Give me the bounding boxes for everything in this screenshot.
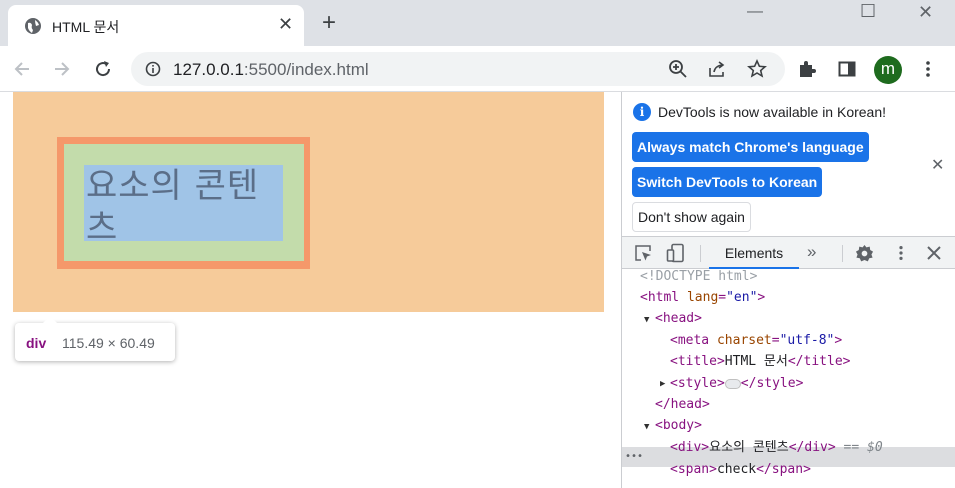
back-icon[interactable] [13,60,31,78]
inspect-element-icon[interactable] [634,244,652,262]
menu-kebab-icon[interactable] [918,59,938,79]
dom-meta-node[interactable]: <meta charset="utf-8"> [670,330,842,351]
reload-icon[interactable] [94,60,112,78]
url-path: :5500/index.html [243,60,369,79]
expand-triangle-icon[interactable]: ▶ [660,379,665,389]
row-actions-icon[interactable]: ••• [625,447,643,467]
devtools-close-icon[interactable] [926,245,942,261]
browser-tab[interactable]: HTML 문서 ✕ [8,5,304,46]
zoom-icon[interactable] [668,59,688,79]
tab-title: HTML 문서 [52,19,120,35]
info-icon[interactable] [145,61,161,77]
infobar-message: DevTools is now available in Korean! [658,104,887,120]
window-close-icon[interactable]: ✕ [918,2,933,23]
more-tabs-icon[interactable]: » [807,242,816,262]
dom-div-node[interactable]: <div>요소의 콘텐츠</div> == $0 [670,437,883,458]
globe-icon [25,18,41,34]
tab-elements[interactable]: Elements [709,237,799,269]
maximize-icon[interactable]: ☐ [860,1,876,22]
side-panel-icon[interactable] [837,59,857,79]
match-language-button[interactable]: Always match Chrome's language [632,132,869,162]
dom-doctype[interactable]: <!DOCTYPE html> [640,266,757,287]
dont-show-again-button[interactable]: Don't show again [632,202,751,232]
dom-title-node[interactable]: <title>HTML 문서</title> [670,351,850,372]
devtools-panel: i DevTools is now available in Korean! A… [621,92,955,488]
dom-head-close[interactable]: </head> [655,394,710,415]
collapse-triangle-icon[interactable]: ▼ [644,315,649,325]
forward-icon[interactable] [53,60,71,78]
devtools-menu-icon[interactable] [892,244,910,262]
language-infobar: i DevTools is now available in Korean! A… [622,92,955,236]
dom-body-node[interactable]: <body> [655,415,702,436]
url-text: 127.0.0.1:5500/index.html [173,60,369,80]
bookmark-star-icon[interactable] [747,59,767,79]
tooltip-size: 115.49 × 60.49 [62,335,155,351]
collapse-triangle-icon[interactable]: ▼ [644,422,649,432]
tooltip-arrow [43,316,57,323]
device-toolbar-icon[interactable] [666,243,686,263]
url-host: 127.0.0.1 [173,60,244,79]
minimize-icon[interactable]: — [747,3,763,21]
info-circle-icon: i [633,103,651,121]
toolbar-divider [700,245,701,262]
page-viewport: 요소의 콘텐츠 div 115.49 × 60.49 [0,92,621,488]
collapsed-ellipsis-icon[interactable] [724,378,741,389]
infobar-close-icon[interactable]: ✕ [931,155,944,175]
dom-head-node[interactable]: <head> [655,308,702,329]
new-tab-button[interactable]: + [322,11,336,35]
address-bar[interactable]: 127.0.0.1:5500/index.html [131,52,785,86]
dom-span-node[interactable]: <span>check</span> [670,459,811,480]
share-icon[interactable] [707,59,727,79]
tooltip-tag: div [26,335,47,351]
switch-korean-button[interactable]: Switch DevTools to Korean [632,167,823,197]
dom-tree: <!DOCTYPE html> <html lang="en"> ▼ <head… [622,269,955,488]
tab-close-icon[interactable]: ✕ [278,14,293,34]
browser-toolbar: 127.0.0.1:5500/index.html m [0,46,955,92]
devtools-toolbar: Elements » [622,236,955,269]
toolbar-divider [842,245,843,262]
dom-style-node[interactable]: <style> </style> [670,373,803,394]
profile-avatar[interactable]: m [874,56,902,84]
dom-html-node[interactable]: <html lang="en"> [640,287,765,308]
element-tooltip: div 115.49 × 60.49 [15,316,175,361]
settings-gear-icon[interactable] [855,244,874,263]
div-content-text[interactable]: 요소의 콘텐츠 [86,165,286,249]
tab-strip: HTML 문서 ✕ + — ☐ ✕ [0,0,955,46]
extensions-icon[interactable] [797,59,817,79]
